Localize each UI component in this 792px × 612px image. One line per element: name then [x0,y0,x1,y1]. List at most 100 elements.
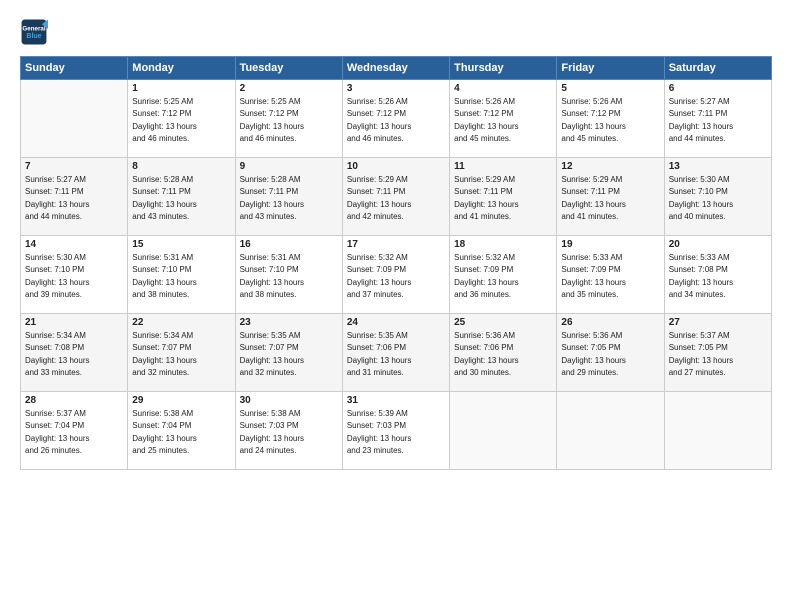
day-info: Sunrise: 5:27 AM Sunset: 7:11 PM Dayligh… [25,174,123,224]
day-number: 29 [132,395,230,406]
weekday-header-sunday: Sunday [21,57,128,80]
day-number: 22 [132,317,230,328]
day-number: 13 [669,161,767,172]
calendar-week-row: 14Sunrise: 5:30 AM Sunset: 7:10 PM Dayli… [21,236,772,314]
day-number: 1 [132,83,230,94]
day-number: 30 [240,395,338,406]
day-info: Sunrise: 5:34 AM Sunset: 7:08 PM Dayligh… [25,330,123,380]
day-info: Sunrise: 5:38 AM Sunset: 7:03 PM Dayligh… [240,408,338,458]
calendar-cell: 22 Sunrise: 5:34 AM Sunset: 7:07 PM Dayli… [128,314,235,392]
calendar-cell: 6 Sunrise: 5:27 AM Sunset: 7:11 PM Daylig… [664,80,771,158]
day-info: Sunrise: 5:37 AM Sunset: 7:04 PM Dayligh… [25,408,123,458]
calendar-cell: 29 Sunrise: 5:38 AM Sunset: 7:04 PM Dayli… [128,392,235,470]
day-info: Sunrise: 5:38 AM Sunset: 7:04 PM Dayligh… [132,408,230,458]
calendar-cell: 27 Sunrise: 5:37 AM Sunset: 7:05 PM Dayli… [664,314,771,392]
svg-text:Blue: Blue [26,33,41,40]
day-info: Sunrise: 5:30 AM Sunset: 7:10 PM Dayligh… [669,174,767,224]
header: General Blue [20,18,772,46]
day-number: 24 [347,317,445,328]
calendar-cell: 21 Sunrise: 5:34 AM Sunset: 7:08 PM Dayli… [21,314,128,392]
calendar-week-row: 21 Sunrise: 5:34 AM Sunset: 7:08 PM Dayli… [21,314,772,392]
day-number: 10 [347,161,445,172]
day-number: 21 [25,317,123,328]
calendar-cell: 19Sunrise: 5:33 AM Sunset: 7:09 PM Dayli… [557,236,664,314]
calendar-cell: 1Sunrise: 5:25 AM Sunset: 7:12 PM Daylig… [128,80,235,158]
day-info: Sunrise: 5:33 AM Sunset: 7:08 PM Dayligh… [669,252,767,302]
day-info: Sunrise: 5:37 AM Sunset: 7:05 PM Dayligh… [669,330,767,380]
weekday-header-friday: Friday [557,57,664,80]
day-number: 9 [240,161,338,172]
day-info: Sunrise: 5:26 AM Sunset: 7:12 PM Dayligh… [454,96,552,146]
day-info: Sunrise: 5:28 AM Sunset: 7:11 PM Dayligh… [240,174,338,224]
calendar-cell [450,392,557,470]
calendar-cell: 30 Sunrise: 5:38 AM Sunset: 7:03 PM Dayli… [235,392,342,470]
day-number: 23 [240,317,338,328]
day-info: Sunrise: 5:32 AM Sunset: 7:09 PM Dayligh… [454,252,552,302]
logo: General Blue [20,18,52,46]
day-number: 12 [561,161,659,172]
day-number: 25 [454,317,552,328]
calendar-header-row: SundayMondayTuesdayWednesdayThursdayFrid… [21,57,772,80]
day-info: Sunrise: 5:25 AM Sunset: 7:12 PM Dayligh… [240,96,338,146]
day-info: Sunrise: 5:34 AM Sunset: 7:07 PM Dayligh… [132,330,230,380]
day-info: Sunrise: 5:32 AM Sunset: 7:09 PM Dayligh… [347,252,445,302]
day-number: 18 [454,239,552,250]
day-number: 5 [561,83,659,94]
day-number: 6 [669,83,767,94]
calendar-cell: 14Sunrise: 5:30 AM Sunset: 7:10 PM Dayli… [21,236,128,314]
calendar-page: General Blue SundayMondayTuesdayWednesda… [0,0,792,612]
day-number: 14 [25,239,123,250]
calendar-table: SundayMondayTuesdayWednesdayThursdayFrid… [20,56,772,470]
day-number: 20 [669,239,767,250]
weekday-header-wednesday: Wednesday [342,57,449,80]
calendar-cell: 2 Sunrise: 5:25 AM Sunset: 7:12 PM Daylig… [235,80,342,158]
calendar-body: 1 Sunrise: 5:25 AM Sunset: 7:12 PM Daylig… [21,80,772,470]
calendar-cell: 23 Sunrise: 5:35 AM Sunset: 7:07 PM Dayli… [235,314,342,392]
day-info: Sunrise: 5:29 AM Sunset: 7:11 PM Dayligh… [347,174,445,224]
weekday-header-thursday: Thursday [450,57,557,80]
calendar-cell: 20 Sunrise: 5:33 AM Sunset: 7:08 PM Dayli… [664,236,771,314]
calendar-cell: 17 Sunrise: 5:32 AM Sunset: 7:09 PM Dayli… [342,236,449,314]
calendar-cell: 8Sunrise: 5:28 AM Sunset: 7:11 PM Daylig… [128,158,235,236]
calendar-cell: 3 Sunrise: 5:26 AM Sunset: 7:12 PM Daylig… [342,80,449,158]
calendar-cell: 18 Sunrise: 5:32 AM Sunset: 7:09 PM Dayli… [450,236,557,314]
day-info: Sunrise: 5:35 AM Sunset: 7:07 PM Dayligh… [240,330,338,380]
day-info: Sunrise: 5:26 AM Sunset: 7:12 PM Dayligh… [347,96,445,146]
calendar-cell: 4 Sunrise: 5:26 AM Sunset: 7:12 PM Daylig… [450,80,557,158]
day-info: Sunrise: 5:39 AM Sunset: 7:03 PM Dayligh… [347,408,445,458]
calendar-cell: 24 Sunrise: 5:35 AM Sunset: 7:06 PM Dayli… [342,314,449,392]
svg-text:General: General [22,25,45,32]
calendar-cell: 11 Sunrise: 5:29 AM Sunset: 7:11 PM Dayli… [450,158,557,236]
day-number: 2 [240,83,338,94]
day-info: Sunrise: 5:29 AM Sunset: 7:11 PM Dayligh… [454,174,552,224]
day-number: 28 [25,395,123,406]
day-info: Sunrise: 5:35 AM Sunset: 7:06 PM Dayligh… [347,330,445,380]
day-number: 3 [347,83,445,94]
weekday-header-monday: Monday [128,57,235,80]
day-number: 4 [454,83,552,94]
weekday-header-saturday: Saturday [664,57,771,80]
day-number: 8 [132,161,230,172]
calendar-week-row: 28 Sunrise: 5:37 AM Sunset: 7:04 PM Dayli… [21,392,772,470]
calendar-cell: 15Sunrise: 5:31 AM Sunset: 7:10 PM Dayli… [128,236,235,314]
day-number: 17 [347,239,445,250]
day-number: 11 [454,161,552,172]
calendar-cell: 16Sunrise: 5:31 AM Sunset: 7:10 PM Dayli… [235,236,342,314]
day-info: Sunrise: 5:36 AM Sunset: 7:05 PM Dayligh… [561,330,659,380]
day-info: Sunrise: 5:31 AM Sunset: 7:10 PM Dayligh… [240,252,338,302]
calendar-cell: 12Sunrise: 5:29 AM Sunset: 7:11 PM Dayli… [557,158,664,236]
day-info: Sunrise: 5:26 AM Sunset: 7:12 PM Dayligh… [561,96,659,146]
calendar-cell [664,392,771,470]
calendar-cell [21,80,128,158]
day-number: 27 [669,317,767,328]
calendar-cell: 26Sunrise: 5:36 AM Sunset: 7:05 PM Dayli… [557,314,664,392]
day-info: Sunrise: 5:27 AM Sunset: 7:11 PM Dayligh… [669,96,767,146]
calendar-week-row: 1 Sunrise: 5:25 AM Sunset: 7:12 PM Daylig… [21,80,772,158]
day-info: Sunrise: 5:33 AM Sunset: 7:09 PM Dayligh… [561,252,659,302]
calendar-cell: 7 Sunrise: 5:27 AM Sunset: 7:11 PM Daylig… [21,158,128,236]
day-number: 31 [347,395,445,406]
calendar-cell: 5 Sunrise: 5:26 AM Sunset: 7:12 PM Daylig… [557,80,664,158]
day-number: 7 [25,161,123,172]
day-info: Sunrise: 5:36 AM Sunset: 7:06 PM Dayligh… [454,330,552,380]
day-info: Sunrise: 5:31 AM Sunset: 7:10 PM Dayligh… [132,252,230,302]
